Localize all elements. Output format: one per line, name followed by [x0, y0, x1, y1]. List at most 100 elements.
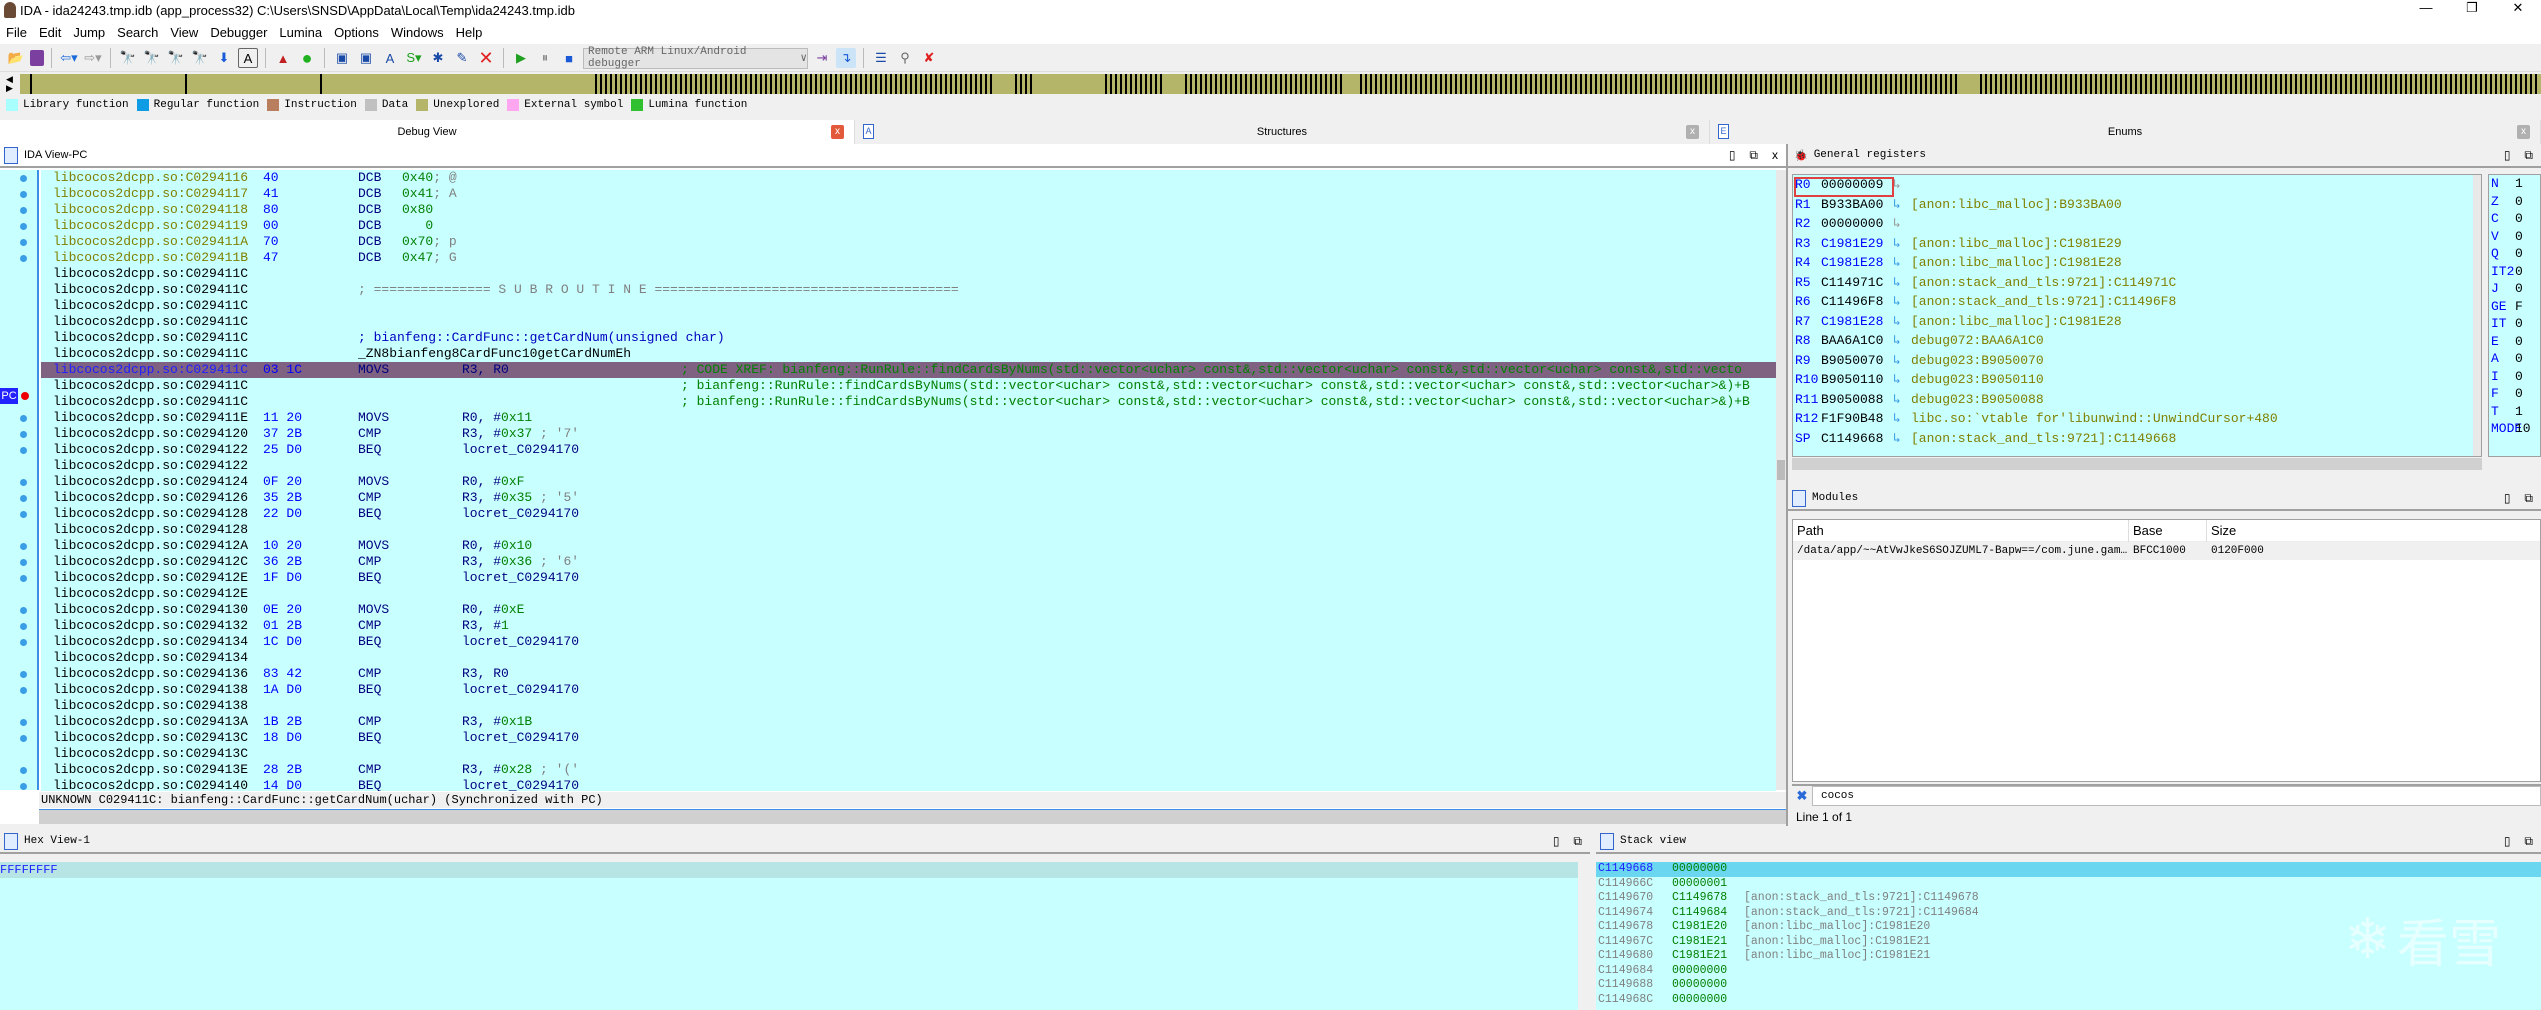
breakpoint-slot-dot[interactable]	[20, 687, 27, 694]
code-line[interactable]: libcocos2dcpp.so:C029412A 10 20 MOVS R0, #0…	[41, 538, 1776, 554]
menu-jump[interactable]: Jump	[67, 25, 111, 40]
code-line[interactable]: libcocos2dcpp.so:C029412E	[41, 586, 1776, 602]
flag-row[interactable]: A0	[2489, 350, 2540, 368]
register-value[interactable]: C114971C	[1821, 273, 1883, 293]
breakpoint-slot-dot[interactable]	[20, 623, 27, 630]
flag-row[interactable]: Q0	[2489, 245, 2540, 263]
jump-arrow-icon[interactable]: ↳	[1893, 429, 1901, 449]
register-value[interactable]: B933BA00	[1821, 195, 1883, 215]
stack-row[interactable]: C1149688 00000000	[1596, 978, 2541, 993]
close-tab-icon[interactable]: x	[1686, 125, 1699, 139]
code-line[interactable]: libcocos2dcpp.so:C029413E 28 2B CMP R3, #0x…	[41, 762, 1776, 778]
jump-arrow-icon[interactable]: ↳	[1893, 390, 1901, 410]
code-line[interactable]: libcocos2dcpp.so:C029411C ; bianfeng::Run…	[41, 394, 1776, 410]
code-line[interactable]: libcocos2dcpp.so:C0294140 14 D0 BEQ locret_…	[41, 778, 1776, 791]
breakpoint-slot-dot[interactable]	[20, 207, 27, 214]
flag-value[interactable]: 1	[2515, 175, 2523, 193]
menu-lumina[interactable]: Lumina	[273, 25, 328, 40]
breakpoint-slot-dot[interactable]	[20, 431, 27, 438]
code-line[interactable]: libcocos2dcpp.so:C029411E 11 20 MOVS R0, #0…	[41, 410, 1776, 426]
search-text-icon[interactable]: 🔭	[142, 48, 162, 68]
rename-icon[interactable]: ✎	[452, 48, 472, 68]
green-circle-icon[interactable]: ●	[297, 48, 317, 68]
code-line[interactable]: libcocos2dcpp.so:C029411A 70 DCB 0x70; p	[41, 234, 1776, 250]
register-value[interactable]: C1981E28	[1821, 312, 1883, 332]
breakpoint-slot-dot[interactable]	[20, 575, 27, 582]
tab-structures[interactable]: A Structures x	[855, 120, 1710, 144]
breakpoint-slot-dot[interactable]	[20, 511, 27, 518]
search-immediate-icon[interactable]: 🔭	[166, 48, 186, 68]
breakpoint-slot-dot[interactable]	[20, 255, 27, 262]
code-line[interactable]: libcocos2dcpp.so:C029411C _ZN8bianfeng8Ca…	[41, 346, 1776, 362]
horizontal-scrollbar[interactable]	[1792, 458, 2482, 470]
flag-value[interactable]: 10	[2515, 420, 2531, 438]
step-into-icon[interactable]: ↴	[836, 48, 856, 68]
code-line[interactable]: libcocos2dcpp.so:C0294138 1A D0 BEQ locret_…	[41, 682, 1776, 698]
stack-row[interactable]: C114966C 00000001	[1596, 877, 2541, 892]
maximize-icon[interactable]: ▯	[2504, 491, 2511, 506]
code-line[interactable]: libcocos2dcpp.so:C0294117 41 DCB 0x41; A	[41, 186, 1776, 202]
stack-row[interactable]: C1149678 C1981E20 [anon:libc_malloc]:C1981…	[1596, 920, 2541, 935]
jump-arrow-icon[interactable]: ↳	[1893, 234, 1901, 254]
jump-arrow-icon[interactable]: ↳	[1893, 292, 1901, 312]
nav-arrows-icon[interactable]: ◀ ▶	[6, 75, 20, 93]
column-header-base[interactable]: Base	[2129, 519, 2207, 542]
stack-row[interactable]: C1149668 00000000	[1596, 862, 2541, 877]
code-line[interactable]: libcocos2dcpp.so:C029411B 47 DCB 0x47; G	[41, 250, 1776, 266]
register-row[interactable]: R3 C1981E29 ↳ [anon:libc_malloc]:C1981E29	[1793, 234, 2481, 254]
register-value[interactable]: C1981E29	[1821, 234, 1883, 254]
flag-row[interactable]: J0	[2489, 280, 2540, 298]
text-mode-icon[interactable]: A	[238, 48, 258, 68]
attach-icon[interactable]: ⇥	[812, 48, 832, 68]
minimize-button[interactable]: —	[2403, 0, 2449, 16]
breakpoint-slot-dot[interactable]	[20, 175, 27, 182]
xref-comment[interactable]: ; bianfeng::RunRule::findCardsByNums(std…	[681, 394, 1750, 410]
stack-row[interactable]: C1149670 C1149678 [anon:stack_and_tls:9721…	[1596, 891, 2541, 906]
filter-input[interactable]	[1812, 786, 2541, 806]
flag-row[interactable]: C0	[2489, 210, 2540, 228]
open-file-icon[interactable]: 📂	[6, 48, 26, 68]
code-line[interactable]: libcocos2dcpp.so:C0294128 22 D0 BEQ locret_…	[41, 506, 1776, 522]
flag-value[interactable]: 0	[2515, 385, 2523, 403]
current-instruction-row[interactable]: libcocos2dcpp.so:C029411C 03 1C MOVS R3, R0…	[41, 362, 1776, 378]
flag-row[interactable]: I0	[2489, 368, 2540, 386]
jump-arrow-icon[interactable]: ↳	[1893, 214, 1901, 234]
code-line[interactable]: libcocos2dcpp.so:C0294118 80 DCB 0x80	[41, 202, 1776, 218]
flag-row[interactable]: IT2 0	[2489, 263, 2540, 281]
flag-value[interactable]: 0	[2515, 368, 2523, 386]
breakpoint-slot-dot[interactable]	[20, 559, 27, 566]
tab-enums[interactable]: E Enums x	[1710, 120, 2541, 144]
register-row[interactable]: R5 C114971C ↳ [anon:stack_and_tls:9721]:C11…	[1793, 273, 2481, 293]
jump-arrow-icon[interactable]: ↳	[1893, 253, 1901, 273]
menu-file[interactable]: File	[0, 25, 33, 40]
register-value[interactable]: 00000009	[1821, 175, 1883, 195]
code-line[interactable]: libcocos2dcpp.so:C029412C 36 2B CMP R3, #0x…	[41, 554, 1776, 570]
back-icon[interactable]: ⇦▾	[59, 48, 79, 68]
register-row[interactable]: R12 F1F90B48 ↳ libc.so:`vtable for'libunwin…	[1793, 409, 2481, 429]
register-row[interactable]: R0 00000009 ↳	[1793, 175, 2481, 195]
flag-value[interactable]: 0	[2515, 193, 2523, 211]
code-line[interactable]: libcocos2dcpp.so:C029413C	[41, 746, 1776, 762]
register-row[interactable]: R10 B9050110 ↳ debug023:B9050110	[1793, 370, 2481, 390]
register-row[interactable]: R2 00000000 ↳	[1793, 214, 2481, 234]
code-line[interactable]: libcocos2dcpp.so:C0294136 83 42 CMP R3, R0	[41, 666, 1776, 682]
menu-search[interactable]: Search	[111, 25, 164, 40]
breakpoint-slot-dot[interactable]	[20, 223, 27, 230]
maximize-icon[interactable]: ▯	[2504, 148, 2511, 163]
stack-row[interactable]: C114968C 00000000	[1596, 993, 2541, 1008]
flag-value[interactable]: 0	[2515, 263, 2523, 281]
menu-windows[interactable]: Windows	[385, 25, 450, 40]
stop-icon[interactable]: ■	[559, 48, 579, 68]
delete-breakpoint-icon[interactable]: ✘	[919, 48, 939, 68]
restore-button[interactable]: ❐	[2449, 0, 2495, 16]
code-line[interactable]: libcocos2dcpp.so:C029412E 1F D0 BEQ locret_…	[41, 570, 1776, 586]
flag-value[interactable]: 0	[2515, 333, 2523, 351]
menu-debugger[interactable]: Debugger	[204, 25, 273, 40]
register-value[interactable]: BAA6A1C0	[1821, 331, 1883, 351]
jump-arrow-icon[interactable]: ↳	[1893, 331, 1901, 351]
stack-row[interactable]: C1149684 00000000	[1596, 964, 2541, 979]
register-row[interactable]: R11 B9050088 ↳ debug023:B9050088	[1793, 390, 2481, 410]
code-line[interactable]: libcocos2dcpp.so:C0294120 37 2B CMP R3, #0x…	[41, 426, 1776, 442]
menu-view[interactable]: View	[164, 25, 204, 40]
graph-icon[interactable]: ▲	[273, 48, 293, 68]
